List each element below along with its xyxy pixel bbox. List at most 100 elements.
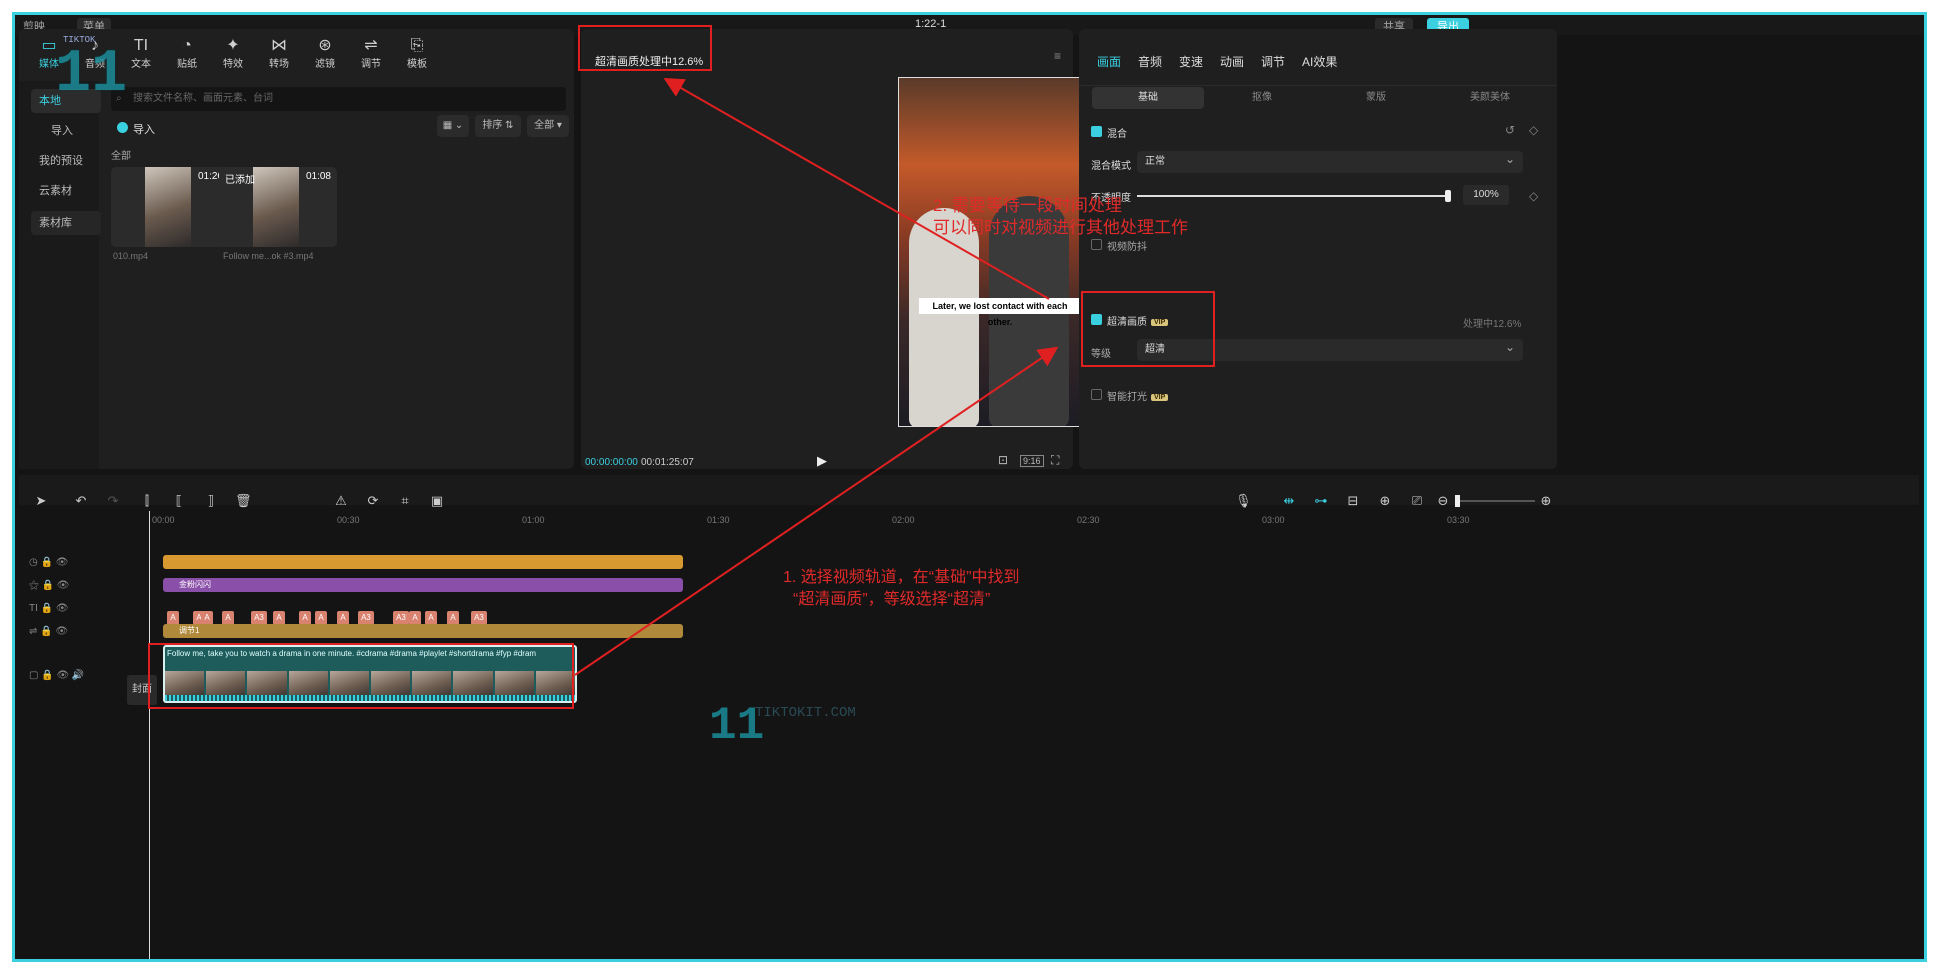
toolbar-filter-button[interactable]: ⊛ 滤镜 [305,37,345,70]
text-clip[interactable]: A [167,611,179,625]
ruler-tick-label: 00:30 [337,515,360,525]
person-left [909,208,979,426]
view-toggle-button[interactable]: ▦ ⌄ [437,115,469,137]
play-icon[interactable]: ▶ [817,453,827,469]
sticker-track-clip[interactable] [163,555,683,569]
ratio-button[interactable]: 9:16 [1020,455,1044,467]
effect-track-controls[interactable]: ◷ 🔒 👁 [29,557,68,568]
video-subtitle: Later, we lost contact with each other. [919,298,1081,327]
text-clip[interactable]: A [337,611,349,625]
added-badge: 已添加 [225,175,255,186]
link-icon[interactable]: ⊶ [1313,493,1329,509]
fullscreen-icon[interactable]: ⛶ [1051,453,1059,468]
reset-icon[interactable]: ↺ [1505,123,1515,137]
image-icon[interactable]: ▣ [429,493,445,509]
adjust-track-controls[interactable]: ⇌ 🔒 👁 [29,626,68,637]
preview-axis-icon[interactable]: ⊟ [1345,493,1361,509]
tab-audio[interactable]: 音频 [1138,53,1162,70]
split-left-icon[interactable]: ⟦ [171,493,187,509]
crop-icon[interactable]: ⌗ [397,493,413,509]
mirror-icon[interactable]: ⚠ [333,493,349,509]
microphone-icon[interactable]: 🎙 [1235,493,1252,509]
ruler-tick-label: 03:30 [1447,515,1470,525]
sidebar-item-cloud[interactable]: 云素材 [31,179,101,203]
thumb-image [253,167,299,247]
zoom-out-icon[interactable]: ⊖ [1435,493,1451,509]
opacity-input[interactable]: 100% [1463,185,1509,205]
text-clip[interactable]: A3 [471,611,487,625]
filter-track-controls[interactable]: ⚝ 🔒 👁 [29,580,69,591]
zoom-slider-handle[interactable] [1455,495,1460,507]
playhead[interactable] [149,511,150,959]
text-clip[interactable]: A [273,611,285,625]
sidebar-item-import[interactable]: 导入 [31,119,101,143]
effect-track-clip[interactable]: 金粉闪闪 [163,578,683,592]
text-clip[interactable]: A [409,611,421,625]
video-preview[interactable]: Later, we lost contact with each other. [898,77,1098,427]
media-thumb-1[interactable]: 01:26 [111,167,229,247]
blend-checkbox[interactable] [1091,126,1102,137]
text-clip[interactable]: A [315,611,327,625]
import-radio-icon [117,122,128,133]
tab-ai-effects[interactable]: AI效果 [1302,53,1337,70]
sidebar-item-presets[interactable]: 我的预设 [31,149,101,173]
text-clip[interactable]: A3 [251,611,267,625]
subtab-beauty[interactable]: 美颜美体 [1434,87,1546,109]
center-icon[interactable]: ⊕ [1377,493,1393,509]
tab-speed[interactable]: 变速 [1179,53,1203,70]
tab-adjust[interactable]: 调节 [1261,53,1285,70]
rotate-icon[interactable]: ⟳ [365,493,381,509]
media-search-input[interactable]: 搜索文件名称、画面元素、台词 [111,87,566,111]
zoom-slider[interactable] [1455,500,1535,502]
redo-icon[interactable]: ↷ [105,493,121,509]
text-clip[interactable]: A [447,611,459,625]
adjust-track-clip[interactable]: 调节1 [163,624,683,638]
select-tool-icon[interactable]: ➤ [33,493,49,509]
text-clip[interactable]: A [299,611,311,625]
caption-icon[interactable]: ⎚ [1409,493,1425,509]
subtab-cutout[interactable]: 抠像 [1206,87,1318,109]
text-clip[interactable]: A [222,611,234,625]
smart-light-checkbox[interactable] [1091,389,1102,400]
filter-all-label: 全部 [534,120,555,131]
tab-picture[interactable]: 画面 [1097,53,1121,70]
opacity-keyframe-icon[interactable]: ◇ [1529,189,1538,203]
text-clip[interactable]: A [425,611,437,625]
text-track-controls[interactable]: TI 🔒 👁 [29,603,69,614]
text-clip[interactable]: A [201,611,213,625]
text-clip[interactable]: A3 [393,611,409,625]
player-menu-icon[interactable]: ≡ [1054,49,1061,63]
sidebar-item-library[interactable]: 素材库 [31,211,101,235]
ruler-tick-label: 01:00 [522,515,545,525]
keyframe-icon[interactable]: ◇ [1529,123,1538,137]
toolbar-sticker-button[interactable]: ◔ 贴纸 [167,37,207,70]
toolbar-transition-button[interactable]: ⋈ 转场 [259,37,299,70]
toolbar-template-button[interactable]: ⎘ 模板 [397,37,437,70]
tab-animation[interactable]: 动画 [1220,53,1244,70]
file-name-1: 010.mp4 [113,251,149,261]
split-right-icon[interactable]: ⟧ [203,493,219,509]
annotation-step-2-line2: 可以同时对视频进行其他处理工作 [933,218,1188,237]
subtab-mask[interactable]: 蒙版 [1320,87,1432,109]
filter-all-button[interactable]: 全部 ▾ [527,115,569,137]
main-track-magnet-icon[interactable]: ⇹ [1281,493,1297,509]
zoom-in-icon[interactable]: ⊕ [1538,493,1554,509]
split-icon[interactable]: ⫿ [139,493,155,509]
video-track-controls[interactable]: ▢ 🔒 👁 🔊 [29,670,84,681]
sort-button[interactable]: 排序 ⇅ [475,115,521,137]
blend-mode-select[interactable]: 正常 [1137,148,1523,173]
subtab-basic[interactable]: 基础 [1092,87,1204,109]
undo-icon[interactable]: ↶ [73,493,89,509]
toolbar-effects-button[interactable]: ✦ 特效 [213,37,253,70]
delete-icon[interactable]: 🗑 [235,493,252,509]
media-thumb-2[interactable]: 已添加 01:08 [219,167,337,247]
thumb-duration: 01:08 [305,171,331,182]
opacity-slider-handle[interactable] [1445,190,1451,202]
sort-label: 排序 [482,120,503,131]
import-button[interactable]: 导入 [133,121,155,137]
stabilize-checkbox[interactable] [1091,239,1102,250]
toolbar-adjust-button[interactable]: ⇌ 调节 [351,37,391,70]
smart-light-text: 智能打光 [1107,392,1147,403]
text-clip[interactable]: A3 [358,611,374,625]
fit-icon[interactable]: ⊡ [998,453,1008,467]
